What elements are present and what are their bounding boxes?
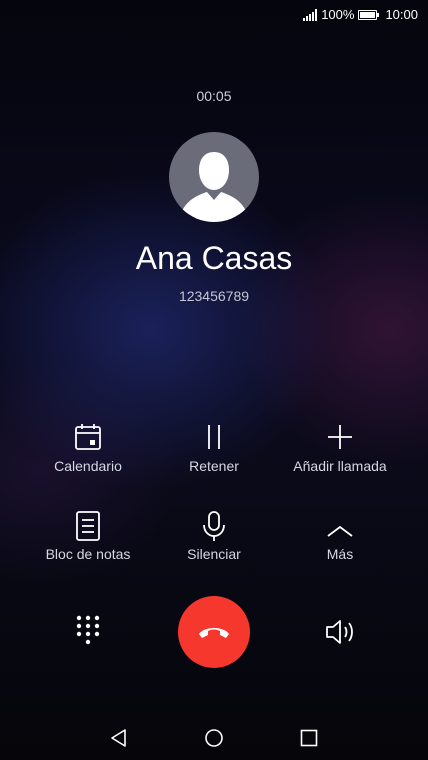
caller-name: Ana Casas xyxy=(135,240,293,276)
end-call-button[interactable] xyxy=(178,596,250,668)
battery-icon xyxy=(358,9,380,20)
notes-icon xyxy=(76,511,100,541)
calendar-icon xyxy=(75,424,101,450)
add-call-button[interactable]: Añadir llamada xyxy=(270,422,410,474)
speaker-button[interactable] xyxy=(320,612,360,652)
keypad-icon xyxy=(76,615,100,645)
hold-button[interactable]: Retener xyxy=(144,422,284,474)
notes-label: Bloc de notas xyxy=(45,546,131,562)
home-icon xyxy=(205,729,223,747)
back-icon xyxy=(111,729,126,747)
end-call-icon xyxy=(199,628,229,638)
pause-icon xyxy=(208,425,220,449)
notes-button[interactable]: Bloc de notas xyxy=(18,510,158,562)
back-button[interactable] xyxy=(107,728,131,748)
calendar-label: Calendario xyxy=(54,458,122,474)
recents-button[interactable] xyxy=(297,728,321,748)
avatar xyxy=(169,132,259,222)
more-label: Más xyxy=(326,546,354,562)
status-bar: 100% 10:00 xyxy=(0,0,428,30)
recents-icon xyxy=(300,729,318,747)
calendar-button[interactable]: Calendario xyxy=(18,422,158,474)
status-time: 10:00 xyxy=(385,7,418,22)
mute-label: Silenciar xyxy=(187,546,241,562)
keypad-button[interactable] xyxy=(68,610,108,650)
hold-label: Retener xyxy=(189,458,239,474)
caller-number: 123456789 xyxy=(178,288,250,304)
status-right: 100% 10:00 xyxy=(303,7,418,22)
person-icon xyxy=(179,152,249,222)
microphone-icon xyxy=(203,511,225,541)
add-call-label: Añadir llamada xyxy=(293,458,387,474)
mute-button[interactable]: Silenciar xyxy=(144,510,284,562)
speaker-icon xyxy=(326,620,353,644)
more-button[interactable]: Más xyxy=(270,510,410,562)
battery-percent: 100% xyxy=(321,7,355,22)
home-button[interactable] xyxy=(202,728,226,748)
plus-icon xyxy=(328,425,352,449)
chevron-up-icon xyxy=(327,525,353,537)
signal-icon xyxy=(303,8,318,21)
call-duration: 00:05 xyxy=(196,88,232,104)
